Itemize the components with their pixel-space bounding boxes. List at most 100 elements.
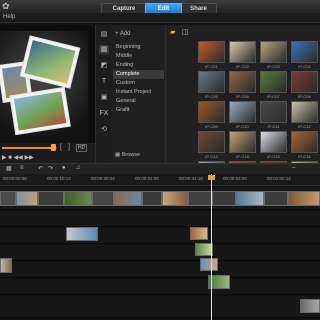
undo-icon[interactable]: ↶ bbox=[38, 165, 43, 172]
timeline-playhead[interactable] bbox=[211, 174, 212, 320]
thumbnail-image bbox=[229, 101, 256, 123]
scrubber-track[interactable] bbox=[2, 147, 57, 149]
video-clip[interactable] bbox=[38, 191, 64, 206]
video-clip[interactable] bbox=[64, 191, 92, 206]
overlay-clip[interactable] bbox=[66, 227, 98, 241]
app-logo-icon: ✿ bbox=[2, 1, 10, 11]
audio-clip[interactable] bbox=[300, 299, 320, 313]
graphic-icon[interactable]: ▣ bbox=[99, 93, 109, 102]
thumbnail-label: IP-C02 bbox=[236, 64, 249, 69]
category-general[interactable]: General bbox=[113, 97, 164, 106]
template-thumbnail[interactable]: IP-C11 bbox=[258, 101, 289, 130]
category-middle[interactable]: Middle bbox=[113, 52, 164, 61]
library-thumbnail-grid: ▰ ◫ IP-C01 IP-C02 IP-C03 IP-C04 IP-C05 IP-C06… bbox=[166, 25, 320, 189]
template-thumbnail[interactable]: IP-C07 bbox=[258, 71, 289, 100]
record-capture-icon[interactable]: ● bbox=[62, 165, 66, 171]
template-thumbnail[interactable]: IP-C03 bbox=[258, 41, 289, 70]
save-library-icon[interactable]: ◫ bbox=[182, 28, 189, 36]
template-thumbnail[interactable]: IP-C02 bbox=[227, 41, 258, 70]
timeline-ruler[interactable]: 00:00:00:00 00:00:10:12 00:00:20:24 00:0… bbox=[0, 174, 320, 186]
thumbnail-image bbox=[260, 41, 287, 63]
hd-preview-toggle[interactable]: HD bbox=[76, 144, 88, 152]
thumbnail-label: IP-C05 bbox=[205, 94, 218, 99]
video-clip[interactable] bbox=[288, 191, 320, 206]
sound-mixer-icon[interactable]: ♫ bbox=[76, 165, 81, 171]
folder-icon[interactable]: ▰ bbox=[170, 28, 175, 36]
preview-window bbox=[0, 25, 95, 143]
template-thumbnail[interactable]: IP-C06 bbox=[227, 71, 258, 100]
category-complete[interactable]: Complete bbox=[113, 70, 164, 79]
add-category-button[interactable]: + Add bbox=[115, 31, 131, 37]
timeline-view-icon[interactable]: ≡ bbox=[20, 165, 24, 171]
thumbnail-image bbox=[198, 101, 225, 123]
template-thumbnail[interactable]: IP-C01 bbox=[196, 41, 227, 70]
category-ending[interactable]: Ending bbox=[113, 61, 164, 70]
browse-button[interactable]: ▦ Browse bbox=[115, 152, 140, 158]
template-thumbnail[interactable]: IP-C08 bbox=[289, 71, 320, 100]
template-thumbnail[interactable]: IP-C04 bbox=[289, 41, 320, 70]
video-clip[interactable] bbox=[212, 191, 236, 206]
overlay-clip[interactable] bbox=[0, 258, 12, 273]
overlay-track[interactable] bbox=[0, 211, 320, 227]
video-clip[interactable] bbox=[188, 191, 212, 206]
thumbnail-label: IP-C14 bbox=[236, 154, 249, 159]
play-button-icon[interactable]: ▶ ■ ◀◀ ▶▶ bbox=[2, 154, 34, 161]
overlay-clip[interactable] bbox=[200, 258, 218, 271]
overlay-track[interactable] bbox=[0, 245, 320, 261]
timecode-label: 00:00:52:00 bbox=[223, 176, 247, 181]
overlay-track[interactable] bbox=[0, 262, 320, 278]
menu-bar: Help bbox=[0, 13, 320, 23]
template-thumbnail[interactable]: IP-C12 bbox=[289, 101, 320, 130]
thumbnail-image bbox=[229, 131, 256, 153]
media-icon[interactable]: ▤ bbox=[99, 30, 109, 39]
playhead-handle[interactable] bbox=[208, 175, 215, 180]
video-clip[interactable] bbox=[16, 191, 38, 206]
scrubber-handle[interactable] bbox=[50, 144, 56, 151]
category-custom[interactable]: Custom bbox=[113, 79, 164, 88]
category-grafit[interactable]: Grafit bbox=[113, 106, 164, 115]
menu-help[interactable]: Help bbox=[3, 14, 15, 20]
thumbnail-image bbox=[291, 131, 318, 153]
mark-out-button[interactable]: ] bbox=[68, 144, 70, 151]
timecode-label: 00:01:02:12 bbox=[267, 176, 291, 181]
storyboard-view-icon[interactable]: ▦ bbox=[6, 165, 12, 172]
instant-project-icon[interactable]: ▦ bbox=[99, 45, 109, 54]
video-clip[interactable] bbox=[162, 191, 188, 206]
category-panel: + Add Beginning Middle Ending Complete C… bbox=[111, 25, 166, 163]
overlay-track[interactable] bbox=[0, 279, 320, 295]
thumbnail-label: IP-C01 bbox=[205, 64, 218, 69]
thumbnail-label: IP-C11 bbox=[267, 124, 280, 129]
browse-label: Browse bbox=[121, 152, 141, 158]
template-thumbnail[interactable]: IP-C05 bbox=[196, 71, 227, 100]
mark-in-button[interactable]: [ bbox=[60, 144, 62, 151]
category-beginning[interactable]: Beginning bbox=[113, 43, 164, 52]
thumbnail-label: IP-C13 bbox=[205, 154, 218, 159]
template-thumbnail[interactable]: IP-C15 bbox=[258, 131, 289, 160]
template-thumbnail[interactable]: IP-C10 bbox=[227, 101, 258, 130]
video-clip[interactable] bbox=[0, 191, 16, 206]
category-instant-project[interactable]: Instant Project bbox=[113, 88, 164, 97]
transition-icon[interactable]: ◩ bbox=[99, 61, 109, 70]
redo-icon[interactable]: ↷ bbox=[48, 165, 53, 172]
template-thumbnail[interactable]: IP-C16 bbox=[289, 131, 320, 160]
template-thumbnail[interactable]: IP-C14 bbox=[227, 131, 258, 160]
video-clip[interactable] bbox=[92, 191, 114, 206]
path-icon[interactable]: ⟲ bbox=[99, 125, 109, 134]
template-thumbnail[interactable]: IP-C09 bbox=[196, 101, 227, 130]
overlay-track[interactable] bbox=[0, 228, 320, 244]
timecode-label: 00:00:20:24 bbox=[91, 176, 115, 181]
audio-track[interactable] bbox=[0, 296, 320, 318]
video-clip[interactable] bbox=[236, 191, 264, 206]
overlay-clip[interactable] bbox=[190, 227, 208, 240]
add-label: Add bbox=[119, 31, 131, 37]
library-media-types: ▤ ▦ ◩ T ▣ FX ⟲ bbox=[95, 25, 111, 163]
thumbnail-label: IP-C04 bbox=[298, 64, 311, 69]
video-clip[interactable] bbox=[114, 191, 142, 206]
title-icon[interactable]: T bbox=[99, 77, 109, 86]
timeline-tracks bbox=[0, 186, 320, 320]
filter-fx-icon[interactable]: FX bbox=[99, 109, 109, 118]
video-clip[interactable] bbox=[264, 191, 288, 206]
template-thumbnail[interactable]: IP-C13 bbox=[196, 131, 227, 160]
video-clip[interactable] bbox=[142, 191, 162, 206]
zoom-out-icon[interactable]: – bbox=[292, 165, 295, 171]
